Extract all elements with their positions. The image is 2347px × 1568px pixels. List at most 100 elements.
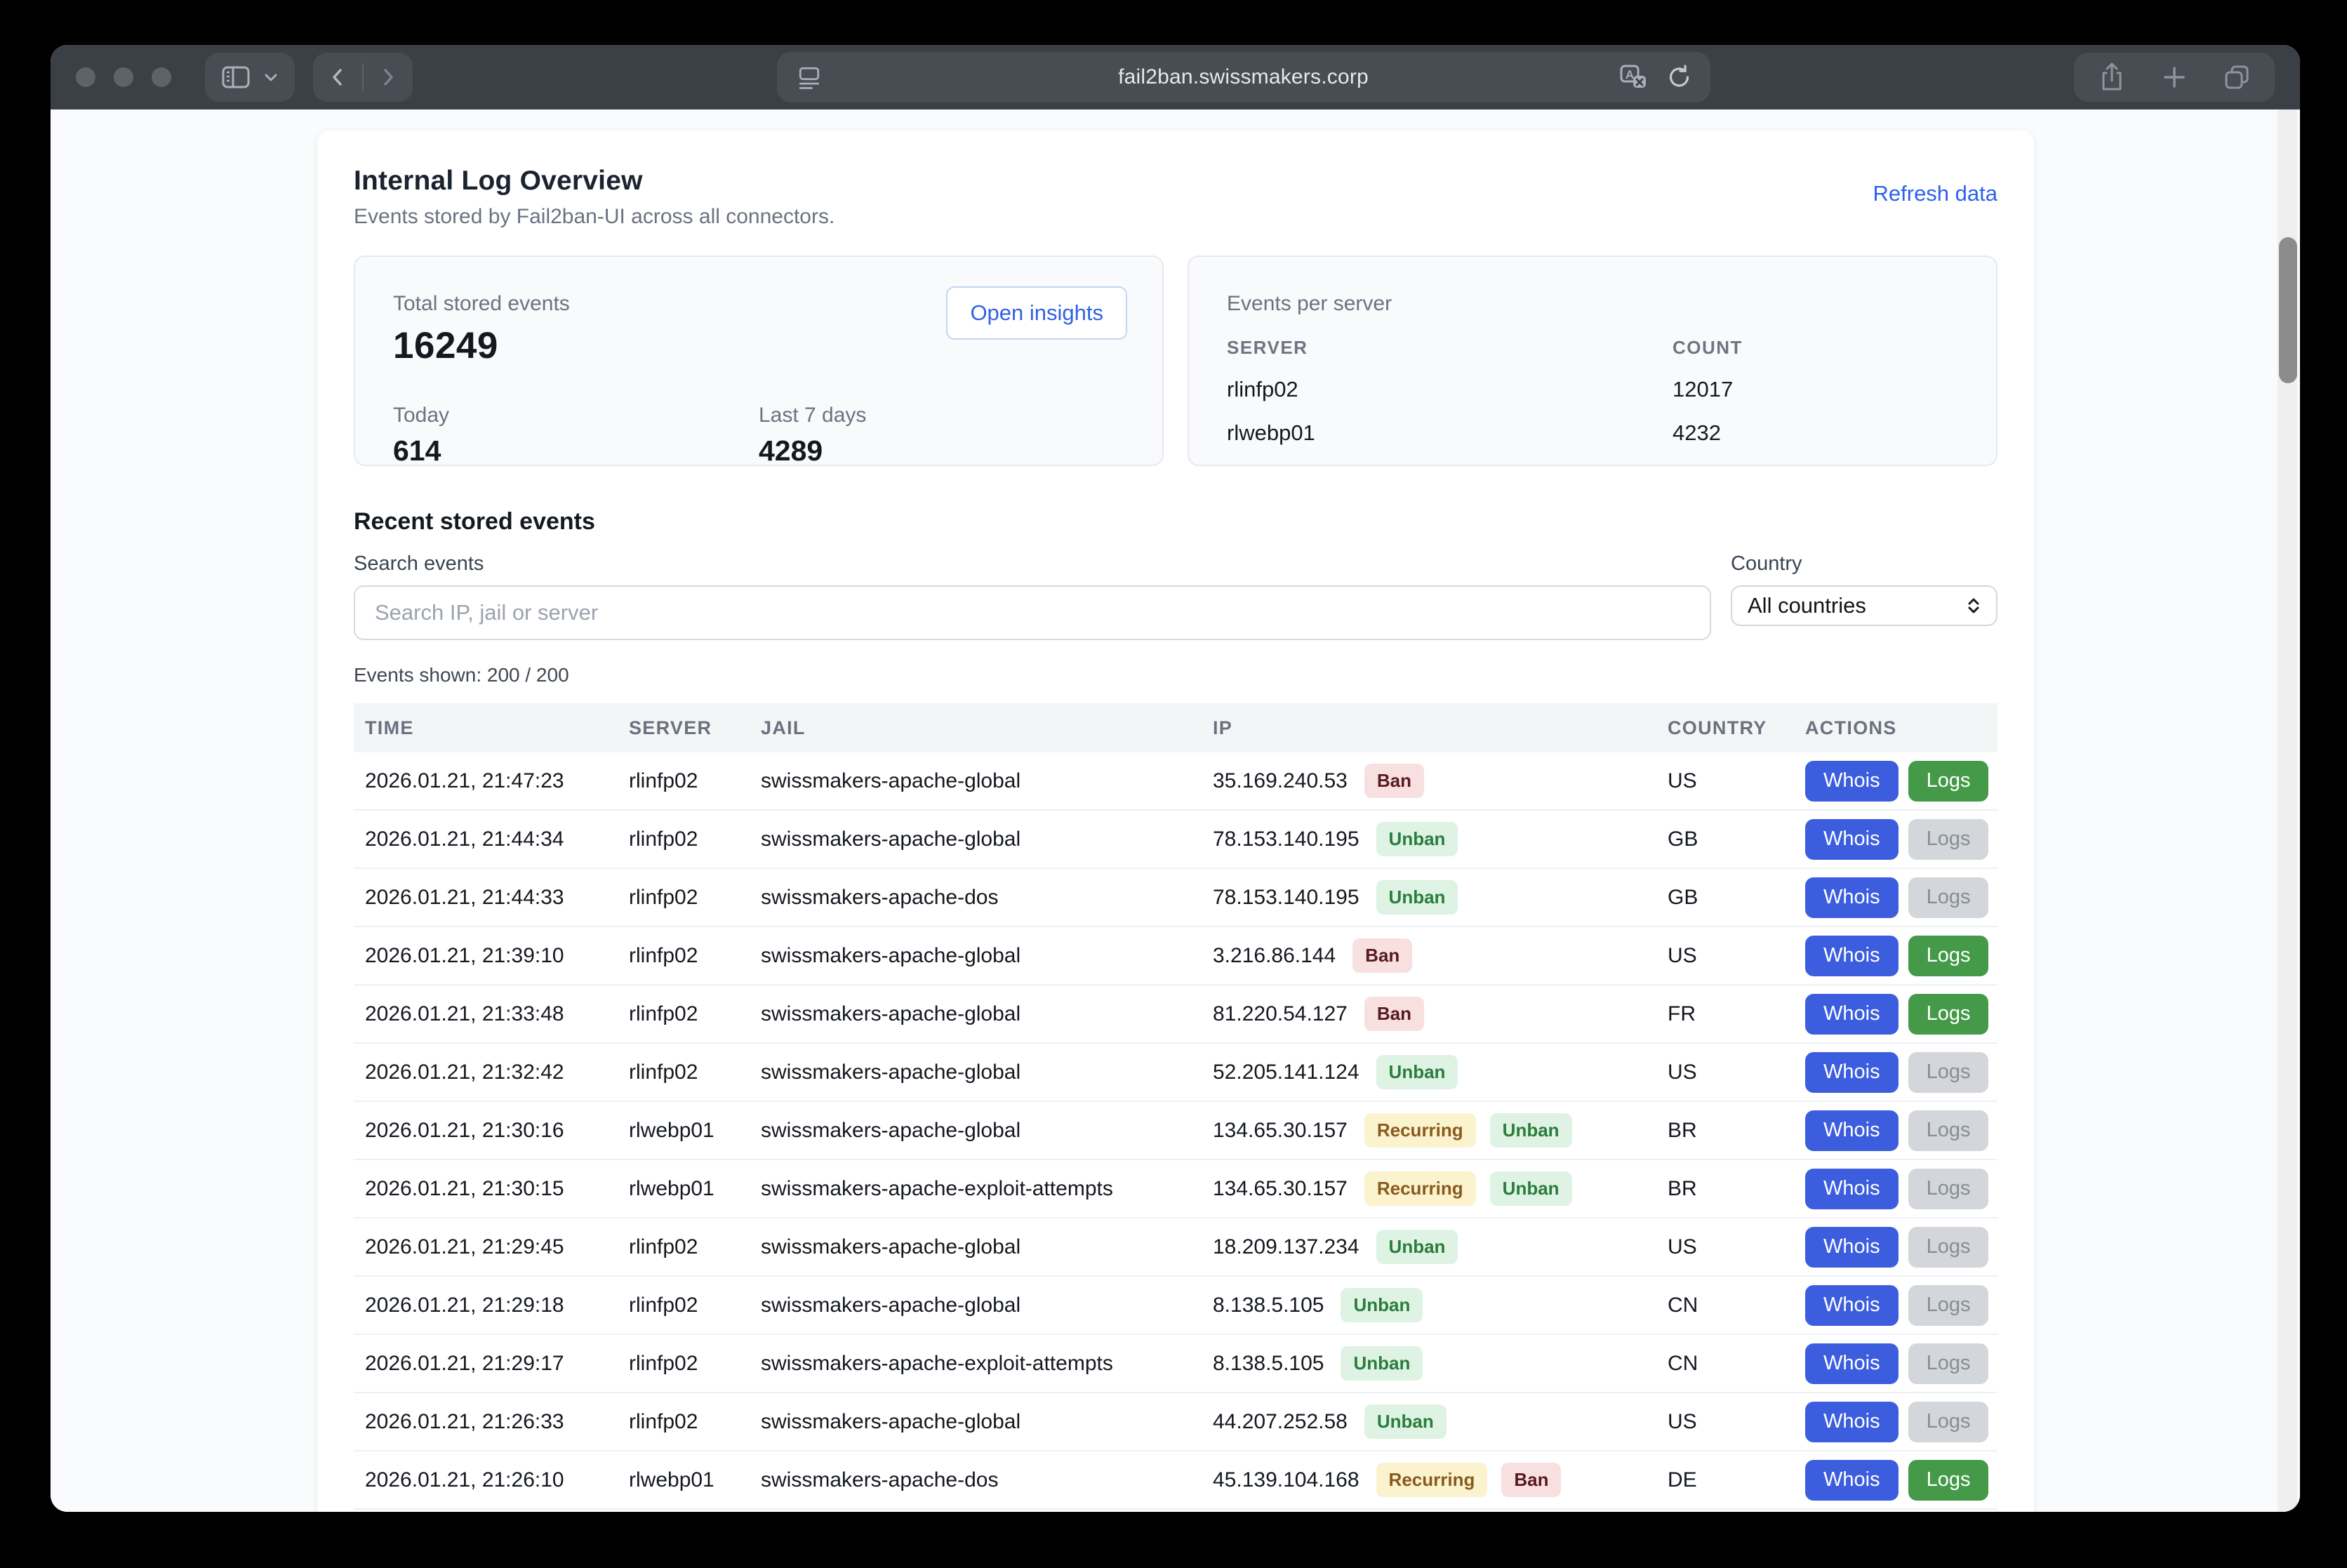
minimize-button[interactable] xyxy=(114,67,133,87)
share-button[interactable] xyxy=(2096,61,2127,93)
sidebar-menu-button[interactable] xyxy=(262,69,279,86)
event-ip-cell: 134.65.30.157 RecurringUnban xyxy=(1202,1113,1656,1148)
status-badge-ban: Ban xyxy=(1501,1463,1561,1497)
whois-button[interactable]: Whois xyxy=(1805,1460,1899,1501)
table-row: 2026.01.21, 21:39:10 rlinfp02 swissmaker… xyxy=(354,927,1997,985)
logs-button[interactable]: Logs xyxy=(1908,1402,1989,1442)
event-server: rlinfp02 xyxy=(618,944,750,968)
search-events-label: Search events xyxy=(354,552,1711,576)
whois-button[interactable]: Whois xyxy=(1805,1110,1899,1151)
event-ip-cell: 44.207.252.58 Unban xyxy=(1202,1404,1656,1439)
event-ip: 81.220.54.127 xyxy=(1213,1002,1348,1026)
logs-button[interactable]: Logs xyxy=(1908,1285,1989,1326)
logs-button[interactable]: Logs xyxy=(1908,1343,1989,1384)
logs-button[interactable]: Logs xyxy=(1908,1110,1989,1151)
country-select[interactable]: All countries xyxy=(1731,585,1997,626)
event-jail: swissmakers-apache-global xyxy=(750,828,1202,851)
event-ip: 45.139.104.168 xyxy=(1213,1468,1359,1492)
sidebar-icon xyxy=(220,62,251,93)
logs-button[interactable]: Logs xyxy=(1908,994,1989,1035)
event-ip: 35.169.240.53 xyxy=(1213,769,1348,793)
event-server: rlwebp01 xyxy=(618,1119,750,1143)
event-ip-cell: 3.216.86.144 Ban xyxy=(1202,938,1656,973)
page-subtitle: Events stored by Fail2ban-UI across all … xyxy=(354,205,835,229)
event-time: 2026.01.21, 21:30:16 xyxy=(354,1119,618,1143)
event-ip-cell: 8.138.5.105 Unban xyxy=(1202,1288,1656,1322)
forward-button[interactable] xyxy=(376,65,399,90)
close-button[interactable] xyxy=(76,67,95,87)
search-input[interactable] xyxy=(354,585,1711,640)
whois-button[interactable]: Whois xyxy=(1805,877,1899,918)
event-ip-cell: 78.153.140.195 Unban xyxy=(1202,822,1656,856)
share-icon xyxy=(2096,61,2127,93)
event-server: rlinfp02 xyxy=(618,1061,750,1084)
event-server: rlinfp02 xyxy=(618,769,750,793)
event-actions: Whois Logs xyxy=(1794,1402,1997,1442)
translate-icon[interactable]: A xyxy=(1618,62,1649,93)
status-badge-ban: Ban xyxy=(1352,938,1412,973)
whois-button[interactable]: Whois xyxy=(1805,1227,1899,1268)
page-title: Internal Log Overview xyxy=(354,166,835,197)
sidebar-controls xyxy=(205,53,295,102)
event-ip: 44.207.252.58 xyxy=(1213,1410,1348,1434)
event-jail: swissmakers-apache-dos xyxy=(750,886,1202,910)
event-server: rlinfp02 xyxy=(618,828,750,851)
main-card: Internal Log Overview Events stored by F… xyxy=(317,131,2034,1512)
logs-button[interactable]: Logs xyxy=(1908,1169,1989,1209)
event-country: US xyxy=(1656,1061,1794,1084)
column-header-server: SERVER xyxy=(618,717,750,739)
event-jail: swissmakers-apache-global xyxy=(750,1119,1202,1143)
server-row: rlinfp02 12017 xyxy=(1227,377,1958,402)
event-country: CN xyxy=(1656,1294,1794,1317)
whois-button[interactable]: Whois xyxy=(1805,1052,1899,1093)
event-badges: Unban xyxy=(1376,880,1458,915)
event-badges: Unban xyxy=(1341,1288,1423,1322)
week-label: Last 7 days xyxy=(759,404,1124,427)
event-ip: 52.205.141.124 xyxy=(1213,1061,1359,1084)
whois-button[interactable]: Whois xyxy=(1805,761,1899,802)
chevron-right-icon xyxy=(376,65,399,90)
event-actions: Whois Logs xyxy=(1794,936,1997,976)
logs-button[interactable]: Logs xyxy=(1908,936,1989,976)
event-ip: 78.153.140.195 xyxy=(1213,828,1359,851)
address-bar[interactable]: fail2ban.swissmakers.corp A xyxy=(777,52,1710,102)
logs-button[interactable]: Logs xyxy=(1908,1460,1989,1501)
event-country: BR xyxy=(1656,1177,1794,1201)
sidebar-toggle-button[interactable] xyxy=(220,62,251,93)
logs-button[interactable]: Logs xyxy=(1908,1227,1989,1268)
tabs-icon xyxy=(2221,62,2252,93)
event-actions: Whois Logs xyxy=(1794,1227,1997,1268)
logs-button[interactable]: Logs xyxy=(1908,819,1989,860)
status-badge-unban: Unban xyxy=(1341,1346,1423,1381)
back-button[interactable] xyxy=(327,65,350,90)
scrollbar-thumb[interactable] xyxy=(2279,237,2297,383)
whois-button[interactable]: Whois xyxy=(1805,1285,1899,1326)
event-badges: Unban xyxy=(1376,822,1458,856)
zoom-button[interactable] xyxy=(152,67,171,87)
whois-button[interactable]: Whois xyxy=(1805,819,1899,860)
event-time: 2026.01.21, 21:29:18 xyxy=(354,1294,618,1317)
open-insights-button[interactable]: Open insights xyxy=(946,286,1127,340)
whois-button[interactable]: Whois xyxy=(1805,1343,1899,1384)
new-tab-button[interactable] xyxy=(2161,64,2188,91)
whois-button[interactable]: Whois xyxy=(1805,1402,1899,1442)
table-row: 2026.01.21, 21:30:16 rlwebp01 swissmaker… xyxy=(354,1102,1997,1160)
total-events-card: Total stored events 16249 Open insights … xyxy=(354,255,1164,466)
whois-button[interactable]: Whois xyxy=(1805,936,1899,976)
reader-icon[interactable] xyxy=(795,62,823,93)
reload-icon[interactable] xyxy=(1665,63,1694,91)
tab-overview-button[interactable] xyxy=(2221,62,2252,93)
logs-button[interactable]: Logs xyxy=(1908,761,1989,802)
whois-button[interactable]: Whois xyxy=(1805,994,1899,1035)
count-column-header: COUNT xyxy=(1673,337,1958,359)
event-time: 2026.01.21, 21:33:48 xyxy=(354,1002,618,1026)
whois-button[interactable]: Whois xyxy=(1805,1169,1899,1209)
event-ip: 78.153.140.195 xyxy=(1213,886,1359,910)
logs-button[interactable]: Logs xyxy=(1908,1052,1989,1093)
logs-button[interactable]: Logs xyxy=(1908,877,1989,918)
server-count: 4232 xyxy=(1673,420,1958,446)
page-content: Internal Log Overview Events stored by F… xyxy=(51,109,2300,1512)
event-jail: swissmakers-apache-global xyxy=(750,1061,1202,1084)
event-actions: Whois Logs xyxy=(1794,1460,1997,1501)
refresh-data-link[interactable]: Refresh data xyxy=(1873,181,1998,206)
